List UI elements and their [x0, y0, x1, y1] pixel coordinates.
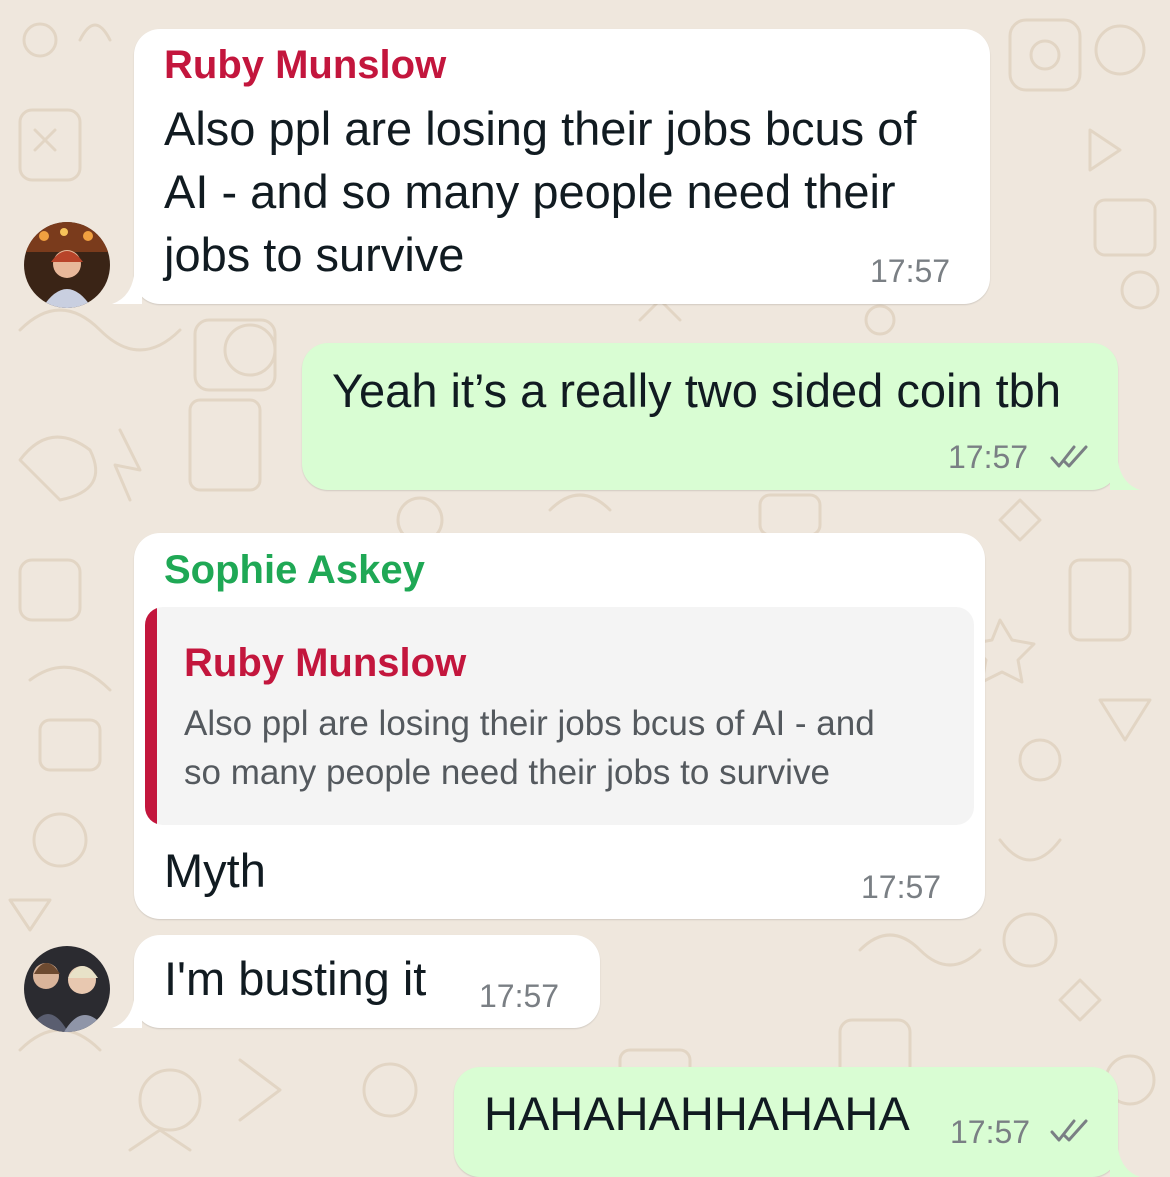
- message-text: I'm busting it: [164, 952, 427, 1005]
- message-text: HAHAHAHHAHAHA: [484, 1087, 910, 1140]
- message-text-line: jobs to survive: [164, 228, 465, 281]
- avatar-photo: [24, 222, 110, 308]
- quoted-message[interactable]: Ruby Munslow Also ppl are losing their j…: [145, 607, 974, 825]
- avatar-photo: [24, 946, 110, 1032]
- message-time: 17:57: [479, 978, 560, 1014]
- sender-name: Sophie Askey: [164, 548, 425, 592]
- avatar-ruby-munslow[interactable]: [24, 222, 110, 308]
- bubble-tail: [1110, 1149, 1140, 1177]
- message-bubble-incoming[interactable]: Sophie Askey Ruby Munslow Also ppl are l…: [134, 533, 985, 919]
- message-text: Yeah it’s a really two sided coin tbh: [332, 364, 1061, 417]
- message-time: 17:57: [861, 869, 942, 905]
- message-text: Myth: [164, 844, 266, 897]
- quoted-sender-name: Ruby Munslow: [184, 641, 467, 685]
- bubble-tail: [112, 276, 142, 304]
- avatar-sophie-askey[interactable]: [24, 946, 110, 1032]
- message-text-line: Also ppl are losing their jobs bcus of: [164, 102, 917, 155]
- message-bubble-incoming[interactable]: I'm busting it 17:57: [112, 935, 600, 1028]
- double-check-icon: [1050, 1119, 1088, 1142]
- sender-name: Ruby Munslow: [164, 43, 447, 87]
- message-time: 17:57: [870, 253, 951, 289]
- quoted-text-line: so many people need their jobs to surviv…: [184, 753, 830, 792]
- double-check-icon: [1050, 445, 1088, 468]
- message-time: 17:57: [950, 1114, 1031, 1150]
- bubble-tail: [1110, 462, 1140, 490]
- message-time: 17:57: [948, 439, 1029, 475]
- quoted-text-line: Also ppl are losing their jobs bcus of A…: [184, 704, 875, 743]
- message-text-line: AI - and so many people need their: [164, 165, 896, 218]
- message-bubble-outgoing[interactable]: Yeah it’s a really two sided coin tbh 17…: [302, 343, 1140, 490]
- message-bubble-outgoing[interactable]: HAHAHAHHAHAHA 17:57: [454, 1067, 1140, 1177]
- quote-accent-bar: [145, 607, 157, 825]
- bubble-tail: [112, 1000, 142, 1028]
- message-bubble-incoming[interactable]: Ruby Munslow Also ppl are losing their j…: [112, 29, 990, 304]
